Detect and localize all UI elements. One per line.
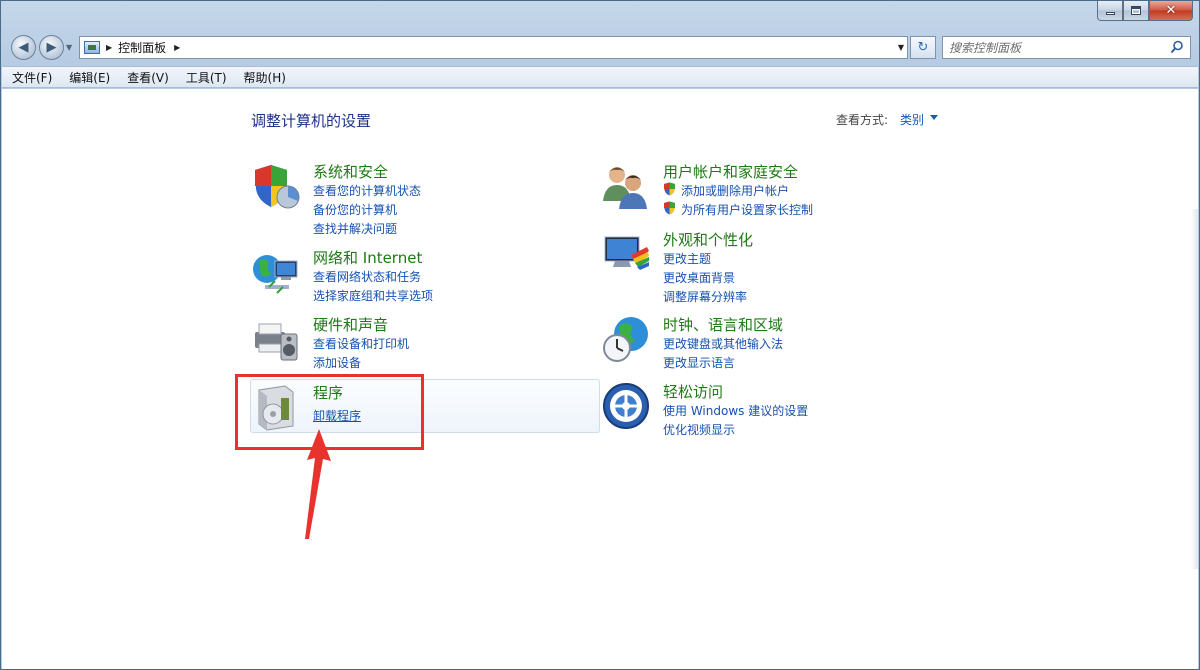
search-icon[interactable] [1170, 40, 1184, 54]
maximize-button[interactable] [1123, 1, 1149, 21]
link-network-status[interactable]: 查看网络状态和任务 [313, 268, 421, 285]
link-homegroup[interactable]: 选择家庭组和共享选项 [313, 287, 433, 304]
category-system-security: 系统和安全 查看您的计算机状态 备份您的计算机 查找并解决问题 [251, 161, 581, 241]
back-button[interactable]: ◀ [11, 35, 36, 60]
printer-speaker-icon [255, 323, 298, 361]
category-title[interactable]: 用户帐户和家庭安全 [663, 161, 798, 182]
annotation-arrow [305, 429, 331, 539]
monitor-palette-icon [604, 236, 649, 270]
menu-edit[interactable]: 编辑(E) [69, 69, 110, 86]
content-area: 调整计算机的设置 查看方式: 类别 系统和安全 查看您的计算机状态 备份您的计算… [2, 89, 1198, 669]
link-add-remove-accounts[interactable]: 添加或删除用户帐户 [681, 182, 789, 199]
close-button[interactable]: ✕ [1149, 1, 1193, 21]
category-appearance: 外观和个性化 更改主题 更改桌面背景 调整屏幕分辨率 [601, 229, 931, 309]
link-screen-resolution[interactable]: 调整屏幕分辨率 [663, 288, 747, 305]
page-title: 调整计算机的设置 [251, 112, 372, 130]
category-clock-language-region: 时钟、语言和区域 更改键盘或其他输入法 更改显示语言 [601, 314, 931, 374]
view-by-label: 查看方式: [836, 113, 889, 127]
category-title[interactable]: 轻松访问 [663, 381, 723, 402]
search-input[interactable] [949, 40, 1164, 55]
link-add-device[interactable]: 添加设备 [313, 354, 361, 371]
breadcrumb-chevron-icon[interactable]: ▶ [174, 43, 180, 52]
search-box [942, 36, 1191, 59]
menu-bar: 文件(F) 编辑(E) 查看(V) 工具(T) 帮助(H) [2, 66, 1198, 88]
category-title[interactable]: 硬件和声音 [313, 314, 388, 335]
link-desktop-background[interactable]: 更改桌面背景 [663, 269, 735, 286]
view-by-caret-icon[interactable] [930, 115, 938, 120]
category-network-internet: 网络和 Internet 查看网络状态和任务 选择家庭组和共享选项 [251, 247, 581, 307]
control-panel-window: ✕ ◀ ▶ ▼ ▶ 控制面板 ▶ ▼ ↻ 文件(F) 编辑(E) 查看(V) 工… [0, 0, 1200, 670]
address-bar[interactable]: ▶ 控制面板 ▶ ▼ [79, 36, 908, 59]
globe-clock-icon [603, 317, 648, 362]
caption-buttons: ✕ [1097, 1, 1193, 21]
menu-tools[interactable]: 工具(T) [186, 69, 227, 86]
link-display-language[interactable]: 更改显示语言 [663, 354, 735, 371]
link-optimize-video[interactable]: 优化视频显示 [663, 421, 735, 438]
menu-file[interactable]: 文件(F) [12, 69, 52, 86]
category-ease-of-access: 轻松访问 使用 Windows 建议的设置 优化视频显示 [601, 381, 931, 441]
category-title[interactable]: 外观和个性化 [663, 229, 753, 250]
refresh-button[interactable]: ↻ [910, 36, 936, 59]
category-hardware-sound: 硬件和声音 查看设备和打印机 添加设备 [251, 314, 581, 374]
scroll-edge [1191, 209, 1198, 569]
link-backup[interactable]: 备份您的计算机 [313, 201, 397, 218]
link-recommended-settings[interactable]: 使用 Windows 建议的设置 [663, 402, 808, 419]
link-change-theme[interactable]: 更改主题 [663, 250, 711, 267]
navigation-bar: ◀ ▶ ▼ ▶ 控制面板 ▶ ▼ ↻ [1, 31, 1199, 63]
category-title[interactable]: 网络和 Internet [313, 247, 422, 268]
forward-arrow-icon: ▶ [46, 40, 57, 55]
shield-pie-icon [255, 165, 300, 209]
control-panel-icon [84, 41, 100, 54]
network-globe-icon [253, 255, 298, 294]
menu-help[interactable]: 帮助(H) [244, 69, 286, 86]
minimize-icon [1105, 12, 1115, 15]
forward-button[interactable]: ▶ [39, 35, 64, 60]
link-devices-printers[interactable]: 查看设备和打印机 [313, 335, 409, 352]
back-arrow-icon: ◀ [18, 40, 29, 55]
users-icon [603, 167, 647, 209]
link-parental-controls[interactable]: 为所有用户设置家长控制 [681, 201, 813, 218]
category-title[interactable]: 时钟、语言和区域 [663, 314, 783, 335]
view-by-dropdown[interactable]: 类别 [900, 111, 924, 128]
breadcrumb-control-panel[interactable]: 控制面板 [118, 39, 166, 56]
close-icon: ✕ [1165, 3, 1177, 18]
recent-pages-dropdown[interactable]: ▼ [66, 43, 72, 52]
uac-shield-icon [664, 182, 675, 196]
refresh-icon: ↻ [917, 40, 929, 55]
uac-shield-icon [664, 201, 675, 215]
address-dropdown-icon[interactable]: ▼ [898, 43, 904, 52]
maximize-icon [1131, 6, 1141, 15]
ease-of-access-icon [603, 383, 649, 429]
link-troubleshoot[interactable]: 查找并解决问题 [313, 220, 397, 237]
minimize-button[interactable] [1097, 1, 1123, 21]
breadcrumb-chevron-icon[interactable]: ▶ [106, 43, 112, 52]
menu-view[interactable]: 查看(V) [127, 69, 169, 86]
link-change-input-method[interactable]: 更改键盘或其他输入法 [663, 335, 783, 352]
category-user-accounts: 用户帐户和家庭安全 添加或删除用户帐户 为所有用户设置家长控制 [601, 161, 931, 221]
link-check-status[interactable]: 查看您的计算机状态 [313, 182, 421, 199]
category-title[interactable]: 系统和安全 [313, 161, 388, 182]
